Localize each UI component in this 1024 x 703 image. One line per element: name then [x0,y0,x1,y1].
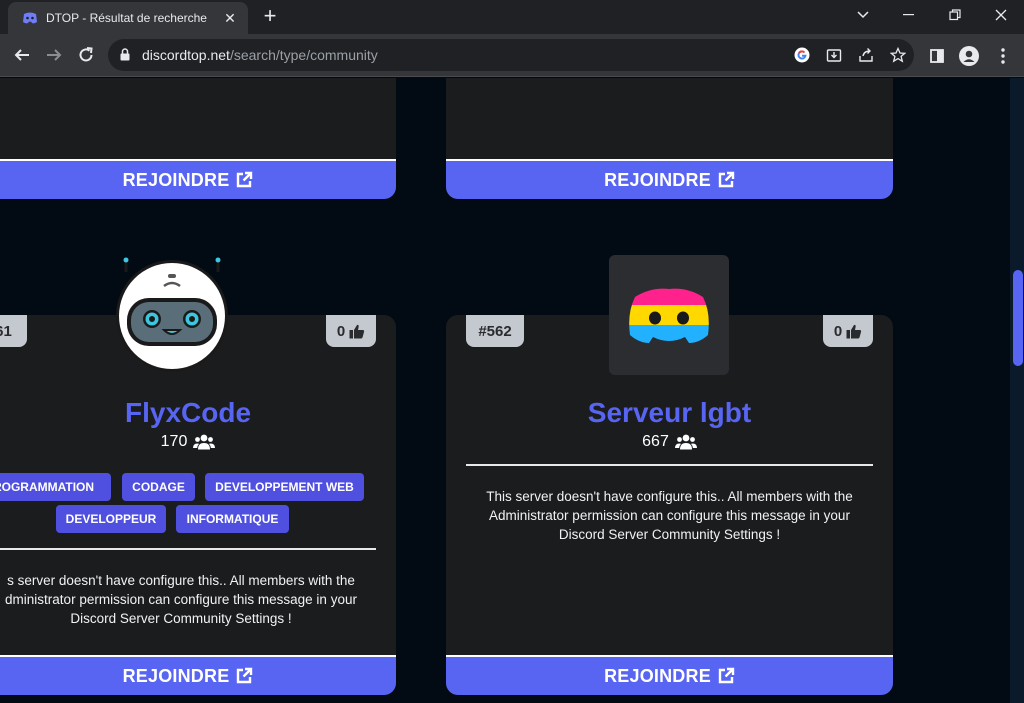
server-description: s server doesn't have configure this.. A… [5,573,357,626]
reload-button[interactable] [72,41,100,69]
tag-chip[interactable]: DEVELOPPEUR [56,505,166,533]
server-avatar-robot [116,257,228,372]
bookmark-star-icon[interactable] [888,45,908,65]
thumbs-up-icon [846,324,862,338]
browser-tab[interactable]: DTOP - Résultat de recherche ✕ [8,2,248,34]
users-icon [193,434,216,450]
server-card-flyxcode: 61 0 FlyxCode 170 ROGRAMMATION CODAGE DE… [0,315,396,695]
install-app-icon[interactable] [824,45,844,65]
menu-kebab-icon[interactable] [992,45,1014,67]
tag-chip[interactable]: DEVELOPPEMENT WEB [205,473,364,501]
browser-titlebar: DTOP - Résultat de recherche ✕ + [0,0,1024,34]
close-window-button[interactable] [978,0,1024,30]
url-text[interactable]: discordtop.net/search/type/community [142,47,378,63]
server-name[interactable]: Serveur lgbt [446,397,893,429]
server-description: This server doesn't have configure this.… [486,489,853,542]
tag-chip[interactable]: ROGRAMMATION [0,473,111,501]
profile-avatar-icon[interactable] [958,45,980,67]
external-link-icon [718,667,735,684]
page-scrollbar[interactable] [1010,78,1024,703]
address-bar[interactable]: discordtop.net/search/type/community [108,39,914,71]
external-link-icon [237,171,253,188]
server-avatar-pride-discord [609,255,729,375]
forward-button[interactable] [40,41,68,69]
server-card: REJOINDRE [0,78,396,199]
server-name[interactable]: FlyxCode [0,397,396,429]
thumbs-up-icon [349,324,365,338]
like-button[interactable]: 0 [823,315,873,347]
restore-button[interactable] [932,0,978,30]
browser-toolbar: discordtop.net/search/type/community [0,34,1024,77]
minimize-button[interactable] [886,0,932,30]
card-divider [0,548,376,550]
member-count: 170 [0,433,396,451]
scrollbar-thumb[interactable] [1013,270,1023,366]
users-icon [674,434,697,450]
external-link-icon [718,171,735,188]
tab-title: DTOP - Résultat de recherche [46,11,207,25]
rank-badge: #562 [466,315,524,347]
google-icon[interactable] [792,45,812,65]
page-viewport: REJOINDRE REJOINDRE 61 0 FlyxCode 170 RO… [0,78,1024,703]
join-button[interactable]: REJOINDRE [446,655,893,695]
card-divider [466,464,873,466]
external-link-icon [237,667,253,684]
new-tab-button[interactable]: + [258,5,282,29]
share-icon[interactable] [856,45,876,65]
dtop-favicon-icon [23,12,37,24]
side-panel-icon[interactable] [926,45,948,67]
tab-search-icon[interactable] [840,0,886,30]
rank-badge: 61 [0,315,27,347]
like-button[interactable]: 0 [326,315,376,347]
join-button[interactable]: REJOINDRE [0,159,396,199]
join-button[interactable]: REJOINDRE [446,159,893,199]
lock-icon[interactable] [120,48,130,61]
tag-chip[interactable]: CODAGE [122,473,195,501]
tag-chip[interactable]: INFORMATIQUE [176,505,289,533]
back-button[interactable] [8,41,36,69]
server-card: REJOINDRE [446,78,893,199]
member-count: 667 [446,433,893,451]
tab-close-icon[interactable]: ✕ [222,10,238,26]
join-button[interactable]: REJOINDRE [0,655,396,695]
